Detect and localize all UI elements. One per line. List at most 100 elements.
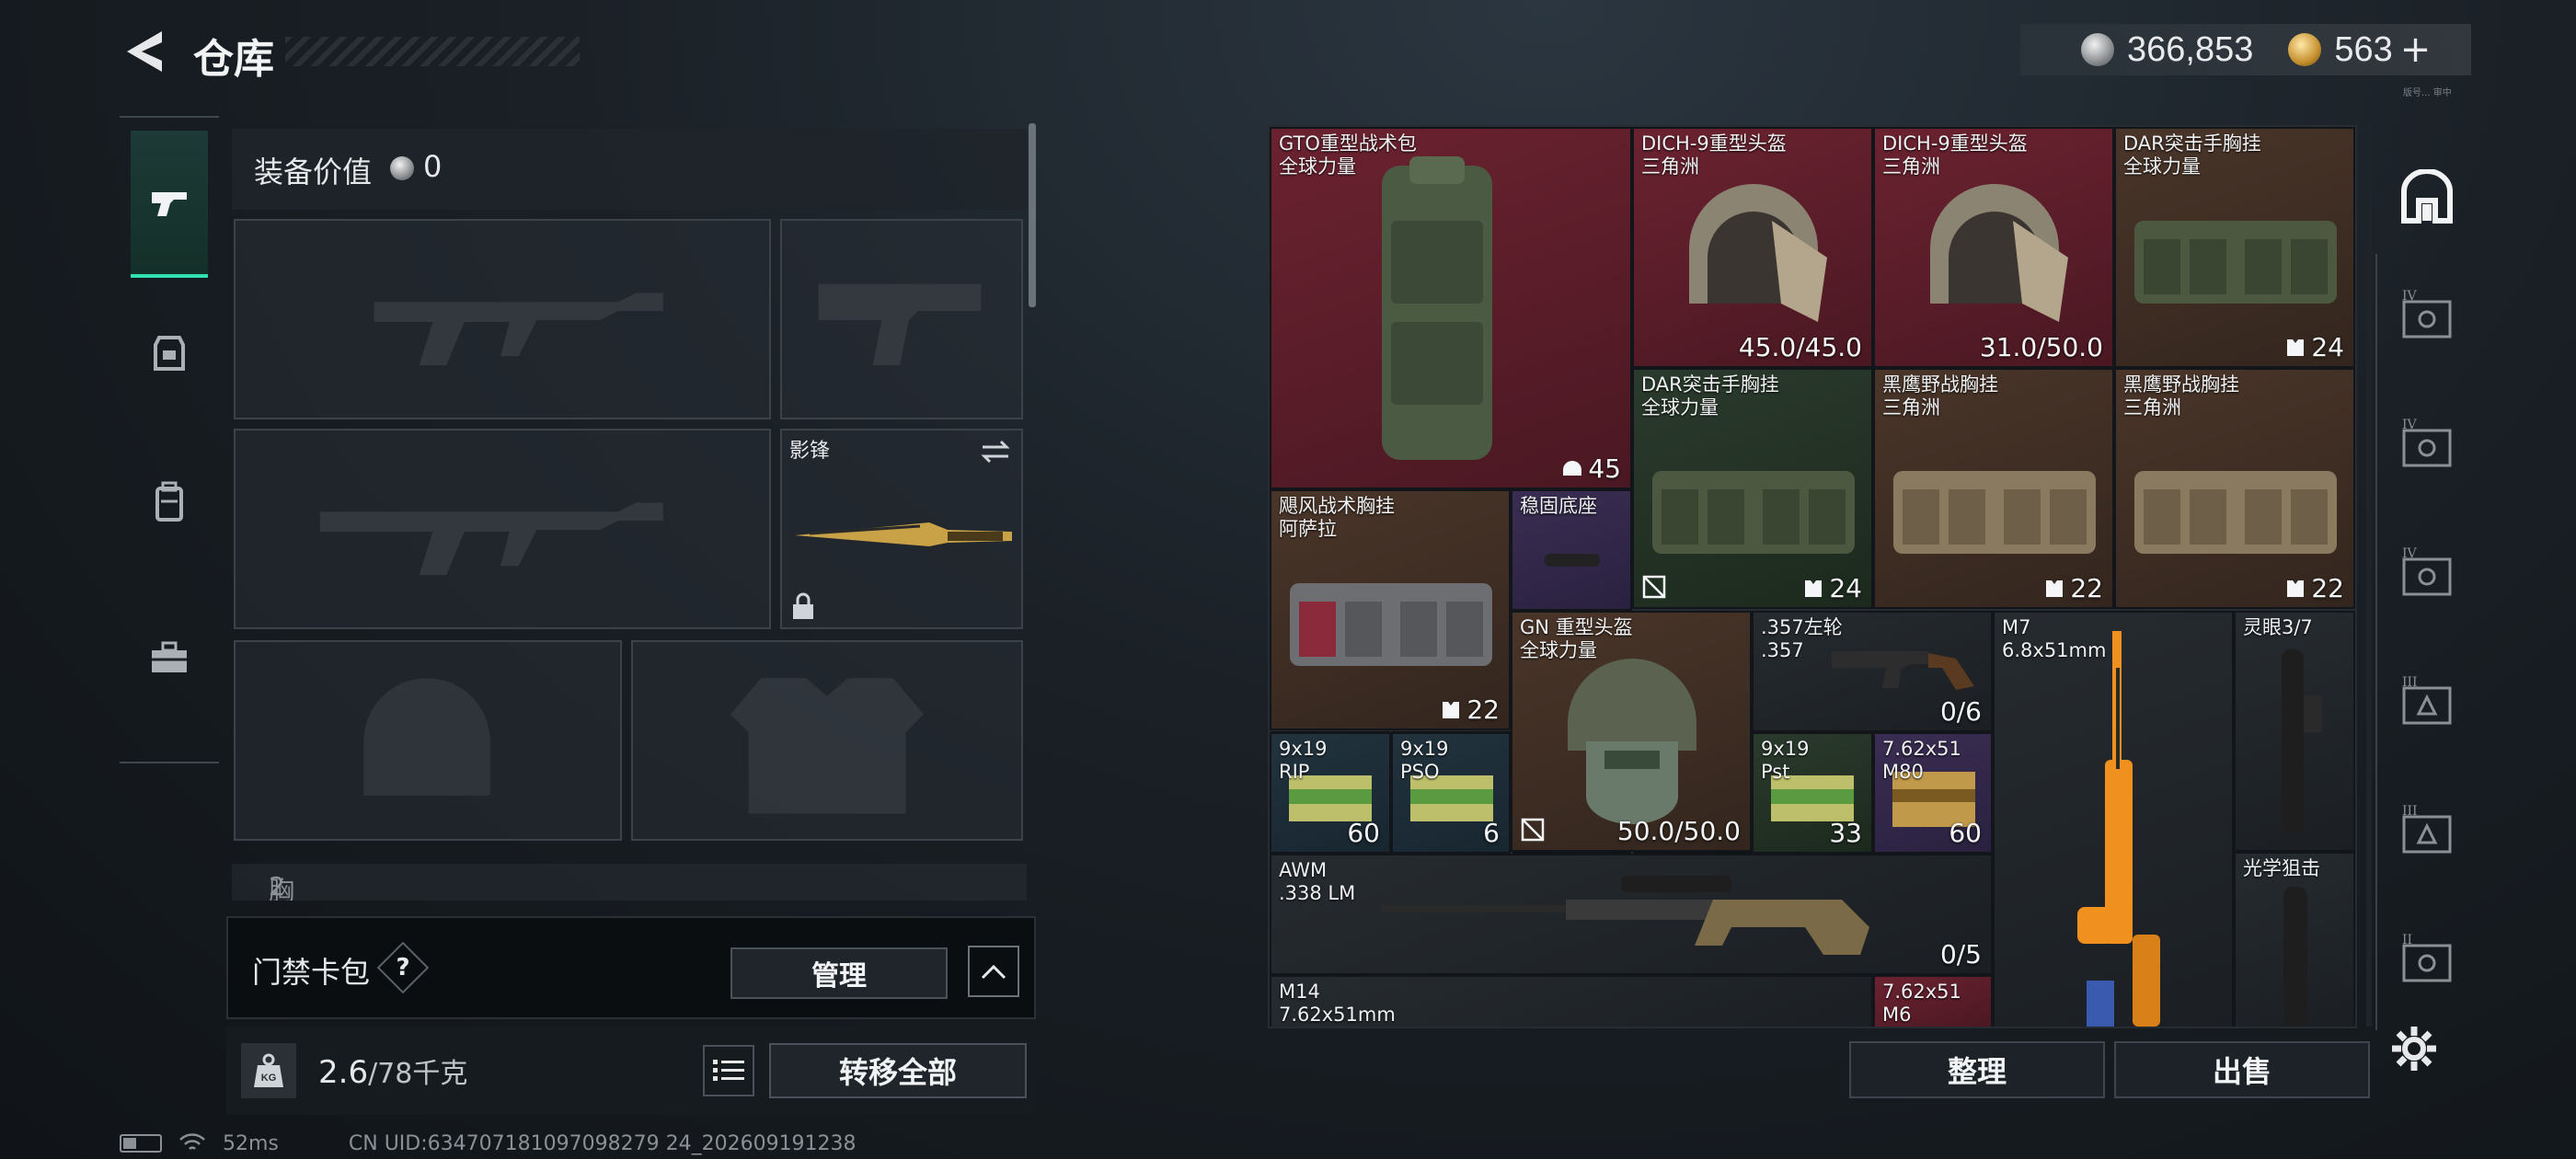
- rail-container-tier-4c[interactable]: IV: [2375, 515, 2478, 635]
- stash-item-hurricane-rig[interactable]: 飓风战术胸挂 阿萨拉 22: [1270, 489, 1511, 730]
- item-label: 飓风战术胸挂 阿萨拉: [1279, 495, 1395, 540]
- stash-item-ammo-9x19-pst[interactable]: 9x19 Pst 33: [1752, 732, 1873, 854]
- item-label: 稳固底座: [1520, 495, 1597, 517]
- helmet-icon: [1689, 184, 1827, 322]
- help-icon[interactable]: ?: [376, 941, 430, 994]
- equipment-value: 0: [423, 149, 443, 184]
- swap-icon[interactable]: [979, 438, 1012, 465]
- rail-container-tier-4a[interactable]: IV: [2375, 258, 2478, 377]
- stash-item-blackhawk-rig-2[interactable]: 黑鹰野战胸挂 三角洲 22: [2114, 368, 2355, 609]
- stash-item-dar-chest-rig-2[interactable]: DAR突击手胸挂 全球力量 24: [1632, 368, 1873, 609]
- item-quantity: 24: [1801, 573, 1862, 603]
- item-label: 9x19 PSO: [1400, 738, 1449, 783]
- weight-max: /78千克: [368, 1058, 468, 1090]
- stash-item-gto-backpack[interactable]: GTO重型战术包 全球力量 45: [1270, 127, 1632, 489]
- nav-tab-backpack[interactable]: [131, 429, 208, 576]
- helmet-icon: [1930, 184, 2068, 322]
- left-category-nav: [120, 116, 219, 763]
- primary-weapon-slot-1[interactable]: [234, 219, 771, 419]
- wifi-icon: [179, 1133, 205, 1150]
- silver-coin-icon: [390, 156, 414, 180]
- backpack-icon: [1382, 156, 1492, 460]
- nav-tab-toolbox[interactable]: [131, 585, 208, 732]
- stash-item-dich9-helmet-2[interactable]: DICH-9重型头盔 三角洲 31.0/50.0: [1873, 127, 2114, 368]
- chest-rig-section[interactable]: 胸挂 2: [232, 864, 1027, 901]
- title-decoration: [285, 37, 580, 66]
- sell-button[interactable]: 出售: [2114, 1041, 2370, 1098]
- stash-item-scope-3-7[interactable]: 灵眼3/7: [2234, 611, 2355, 852]
- stash-scrollbar[interactable]: [2366, 125, 2372, 1027]
- ping-value: 52ms: [223, 1131, 279, 1155]
- vest-icon: [2287, 339, 2305, 356]
- vest-icon: [2046, 580, 2064, 597]
- stash-home-icon: [2401, 169, 2453, 224]
- pistol-icon: [152, 192, 187, 216]
- item-label: M7 6.8x51mm: [2002, 616, 2107, 661]
- stash-item-ammo-9x19-pso[interactable]: 9x19 PSO 6: [1391, 732, 1511, 854]
- settings-gear-icon[interactable]: [2388, 1023, 2440, 1074]
- primary-weapon-slot-2[interactable]: [234, 429, 771, 629]
- rail-container-tier-4b[interactable]: IV: [2375, 386, 2478, 506]
- armor-icon: [154, 336, 185, 371]
- helmet-icon: [1568, 659, 1696, 824]
- stash-item-m14-rifle[interactable]: M14 7.62x51mm: [1270, 975, 1873, 1027]
- back-arrow-icon[interactable]: [120, 28, 175, 75]
- page-title: 仓库: [193, 36, 274, 83]
- version-note: 版号... 审中: [2403, 88, 2452, 98]
- item-label: 光学狙击: [2243, 857, 2320, 879]
- rail-container-tier-3a[interactable]: III: [2375, 644, 2478, 763]
- stash-item-gn-helmet[interactable]: GN 重型头盔 全球力量 50.0/50.0: [1511, 611, 1752, 852]
- body-armor-slot[interactable]: [631, 640, 1023, 841]
- stash-item-ammo-9x19-rip[interactable]: 9x19 RIP 60: [1270, 732, 1391, 854]
- rail-container-tier-3b[interactable]: III: [2375, 773, 2478, 892]
- stash-grid: GTO重型战术包 全球力量 45 DICH-9重型头盔 三角洲 45.0/45.0 …: [1268, 125, 2357, 1028]
- stash-item-stable-base[interactable]: 稳固底座: [1511, 489, 1632, 611]
- uid-text: CN UID:634707181097098279 24_20260919123…: [348, 1131, 857, 1155]
- silver-currency-value: 366,853: [2127, 29, 2254, 69]
- helmet-slot[interactable]: [234, 640, 622, 841]
- vest-icon: [2287, 580, 2305, 597]
- item-label: 9x19 RIP: [1279, 738, 1328, 783]
- stash-item-ammo-762x51-m6[interactable]: 7.62x51 M6: [1873, 975, 1993, 1027]
- toolbox-icon: [152, 641, 187, 672]
- equipment-scrollbar[interactable]: [1029, 123, 1036, 307]
- nav-tab-weapons[interactable]: [131, 131, 208, 278]
- stash-item-dich9-helmet-1[interactable]: DICH-9重型头盔 三角洲 45.0/45.0: [1632, 127, 1873, 368]
- stash-item-357-revolver[interactable]: .357左轮 .357 0/6: [1752, 611, 1993, 732]
- weight-icon: KG: [241, 1043, 296, 1098]
- armor-placeholder-icon: [730, 678, 925, 814]
- stash-item-dar-chest-rig-1[interactable]: DAR突击手胸挂 全球力量 24: [2114, 127, 2355, 368]
- rail-container-tier-2[interactable]: II: [2375, 901, 2478, 1021]
- stash-item-m7-rifle[interactable]: M7 6.8x51mm: [1993, 611, 2234, 1027]
- currency-bar: 366,853 563 +: [2020, 24, 2471, 75]
- container-icon: IV: [2402, 418, 2452, 467]
- helmet-placeholder-icon: [363, 678, 490, 796]
- add-gold-button[interactable]: +: [2400, 29, 2432, 71]
- item-label: 黑鹰野战胸挂 三角洲: [2123, 373, 2239, 419]
- sort-button[interactable]: 整理: [1849, 1041, 2105, 1098]
- item-quantity: 22: [2042, 573, 2103, 603]
- manage-button[interactable]: 管理: [730, 947, 948, 999]
- stash-item-awm-rifle[interactable]: AWM .338 LM 0/5: [1270, 854, 1993, 975]
- melee-slot[interactable]: 影锋: [780, 429, 1023, 629]
- item-durability: 31.0/50.0: [1979, 332, 2103, 362]
- container-icon: IV: [2402, 289, 2452, 339]
- pistol-slot[interactable]: [780, 219, 1023, 419]
- equipment-value-header: 装备价值 0: [232, 129, 1027, 210]
- nav-tab-armor[interactable]: [131, 280, 208, 427]
- container-icon: IV: [2402, 546, 2452, 596]
- transfer-all-button[interactable]: 转移全部: [769, 1043, 1027, 1098]
- chest-rig-icon: [1893, 471, 2096, 554]
- container-icon: III: [2402, 804, 2452, 854]
- list-view-button[interactable]: [703, 1045, 754, 1096]
- stash-item-blackhawk-rig-1[interactable]: 黑鹰野战胸挂 三角洲 22: [1873, 368, 2114, 609]
- collapse-button[interactable]: [968, 946, 1019, 997]
- right-rail: IV IV IV III III II: [2375, 138, 2478, 1030]
- stash-item-ammo-762x51-m80[interactable]: 7.62x51 M80 60: [1873, 732, 1993, 854]
- stash-item-optical-sniper-scope[interactable]: 光学狙击: [2234, 852, 2355, 1027]
- chest-rig-icon: [1290, 583, 1492, 666]
- rail-stash-home[interactable]: [2375, 138, 2478, 258]
- helmet-icon: [1563, 460, 1582, 476]
- backpack-icon: [155, 481, 183, 522]
- item-label: GTO重型战术包 全球力量: [1279, 132, 1417, 178]
